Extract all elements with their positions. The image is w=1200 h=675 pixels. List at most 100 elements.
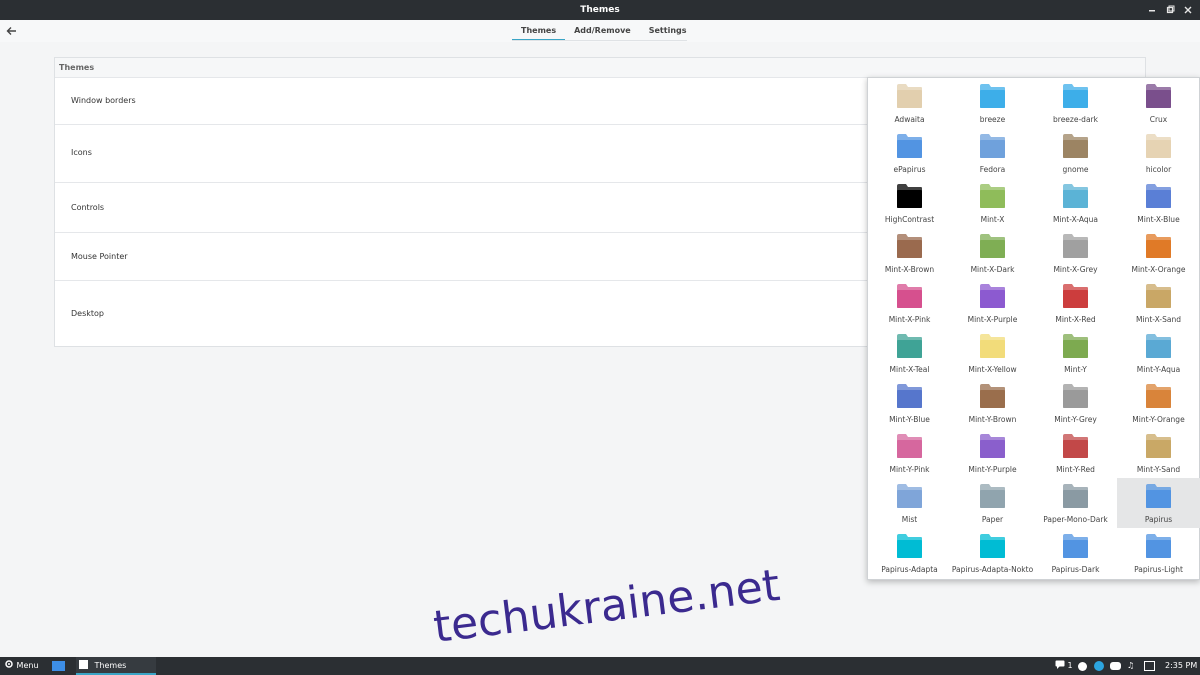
icon-theme-item[interactable]: Mint-Y-Orange (1117, 378, 1200, 428)
icon-theme-label: Mint-X-Grey (1053, 265, 1098, 274)
icon-theme-item[interactable]: Mint-X-Sand (1117, 278, 1200, 328)
icon-theme-item[interactable]: Papirus-Adapta (868, 528, 951, 578)
notifications-indicator[interactable]: 1 (1055, 657, 1073, 675)
header-bar: Themes Add/Remove Settings (0, 20, 1200, 42)
app-icon (79, 660, 88, 669)
screen-icon[interactable] (1144, 661, 1155, 671)
folder-icon (1146, 234, 1171, 258)
folder-icon (897, 384, 922, 408)
folder-icon (980, 134, 1005, 158)
tab-add-remove[interactable]: Add/Remove (565, 20, 640, 41)
icon-theme-item[interactable]: Mint-X-Aqua (1034, 178, 1117, 228)
icon-theme-item[interactable]: Mint-Y-Red (1034, 428, 1117, 478)
icon-theme-popover: Adwaita breeze breeze-dark Crux ePapirus Fedo… (867, 77, 1200, 580)
icon-theme-label: Mint-Y-Purple (968, 465, 1017, 474)
icon-theme-item[interactable]: Mint-Y-Sand (1117, 428, 1200, 478)
folder-icon (1063, 84, 1088, 108)
icon-theme-label: Mint-X (980, 215, 1005, 224)
icon-theme-label: Mint-Y (1064, 365, 1087, 374)
icon-theme-label: Mint-X-Yellow (968, 365, 1017, 374)
icon-theme-item[interactable]: Papirus-Light (1117, 528, 1200, 578)
icon-theme-item[interactable]: Mint-X-Yellow (951, 328, 1034, 378)
watermark-text: techukraine.net (430, 559, 783, 653)
folder-icon (1146, 284, 1171, 308)
icon-theme-item[interactable]: Mint-X-Dark (951, 228, 1034, 278)
icon-theme-label: Mint-X-Orange (1131, 265, 1186, 274)
icon-theme-item[interactable]: Mint-Y-Purple (951, 428, 1034, 478)
menu-button[interactable]: Menu (4, 657, 39, 675)
icon-theme-item[interactable]: Mint-Y-Blue (868, 378, 951, 428)
icon-theme-item[interactable]: Papirus (1117, 478, 1200, 528)
icon-theme-item[interactable]: Mint-Y-Pink (868, 428, 951, 478)
row-label: Controls (71, 203, 105, 212)
icon-theme-item[interactable]: HighContrast (868, 178, 951, 228)
icon-theme-label: gnome (1062, 165, 1089, 174)
icon-theme-item[interactable]: Papirus-Adapta-Nokto (951, 528, 1034, 578)
folder-icon (1146, 334, 1171, 358)
icon-theme-item[interactable]: Mint-X-Teal (868, 328, 951, 378)
row-label: Icons (71, 148, 92, 157)
maximize-icon[interactable] (1163, 3, 1177, 17)
folder-icon (897, 434, 922, 458)
icon-theme-item[interactable]: Mint-X-Grey (1034, 228, 1117, 278)
icon-theme-label: breeze-dark (1053, 115, 1098, 124)
icon-theme-label: Mint-Y-Sand (1136, 465, 1181, 474)
icon-theme-label: Mint-Y-Red (1056, 465, 1095, 474)
back-arrow-icon[interactable] (4, 23, 20, 39)
folder-icon (1063, 384, 1088, 408)
icon-theme-item[interactable]: Paper-Mono-Dark (1034, 478, 1117, 528)
icon-theme-item[interactable]: Mint-X-Purple (951, 278, 1034, 328)
icon-theme-item[interactable]: Mist (868, 478, 951, 528)
icon-theme-item[interactable]: Fedora (951, 128, 1034, 178)
icon-theme-item[interactable]: Mint-Y-Brown (951, 378, 1034, 428)
icon-theme-label: Mint-X-Blue (1137, 215, 1180, 224)
chat-icon (1055, 660, 1065, 669)
icon-theme-item[interactable]: Mint-X-Pink (868, 278, 951, 328)
folder-icon (1146, 84, 1171, 108)
icon-theme-label: Papirus-Dark (1051, 565, 1100, 574)
menu-label: Menu (16, 661, 39, 670)
discord-icon[interactable] (1110, 662, 1121, 670)
folder-icon (897, 334, 922, 358)
icon-theme-item[interactable]: Mint-X-Brown (868, 228, 951, 278)
icon-theme-label: ePapirus (893, 165, 926, 174)
icon-theme-item[interactable]: Adwaita (868, 78, 951, 128)
icon-theme-item[interactable]: Mint-Y-Aqua (1117, 328, 1200, 378)
icon-theme-item[interactable]: Mint-Y-Grey (1034, 378, 1117, 428)
icon-theme-item[interactable]: gnome (1034, 128, 1117, 178)
icon-theme-item[interactable]: hicolor (1117, 128, 1200, 178)
icon-theme-item[interactable]: Mint-X (951, 178, 1034, 228)
gear-icon (5, 660, 13, 668)
status-icon[interactable] (1078, 662, 1087, 671)
folder-icon (897, 484, 922, 508)
panel-header: Themes (55, 58, 1145, 78)
icon-theme-item[interactable]: Mint-Y (1034, 328, 1117, 378)
icon-theme-item[interactable]: ePapirus (868, 128, 951, 178)
folder-icon (980, 84, 1005, 108)
task-themes[interactable]: Themes (76, 657, 156, 675)
close-icon[interactable] (1181, 3, 1195, 17)
icon-theme-item[interactable]: Papirus-Dark (1034, 528, 1117, 578)
icon-theme-label: Fedora (979, 165, 1006, 174)
icon-theme-label: Mint-X-Dark (970, 265, 1015, 274)
icon-theme-item[interactable]: Mint-X-Orange (1117, 228, 1200, 278)
icon-theme-item[interactable]: Crux (1117, 78, 1200, 128)
icon-theme-item[interactable]: Mint-X-Red (1034, 278, 1117, 328)
tab-themes[interactable]: Themes (512, 20, 566, 41)
folder-icon (980, 384, 1005, 408)
icon-theme-label: breeze (979, 115, 1006, 124)
icon-theme-item[interactable]: Paper (951, 478, 1034, 528)
show-desktop-icon[interactable] (52, 661, 65, 671)
clock[interactable]: 2:35 PM (1165, 657, 1197, 675)
icon-theme-item[interactable]: breeze-dark (1034, 78, 1117, 128)
music-icon[interactable]: ♫ (1127, 657, 1134, 675)
minimize-icon[interactable] (1145, 3, 1159, 17)
folder-icon (1146, 534, 1171, 558)
tab-settings[interactable]: Settings (640, 20, 696, 41)
icon-theme-item[interactable]: breeze (951, 78, 1034, 128)
telegram-icon[interactable] (1094, 661, 1104, 671)
icon-theme-label: Adwaita (894, 115, 925, 124)
tab-underline (512, 40, 687, 41)
icon-theme-item[interactable]: Mint-X-Blue (1117, 178, 1200, 228)
icon-theme-label: Mint-Y-Aqua (1136, 365, 1181, 374)
